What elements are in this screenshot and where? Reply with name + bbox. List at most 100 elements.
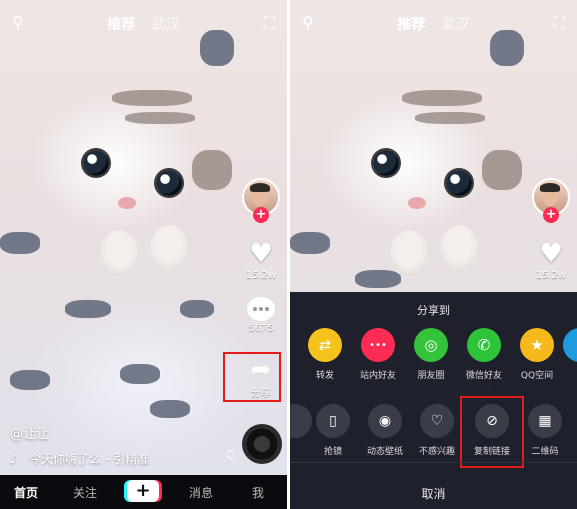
music-line[interactable]: ♪ 今天你嗨了么 - 引精准 — [10, 450, 149, 467]
share-target-friend[interactable]: ••• 站内好友 — [349, 328, 407, 381]
blanket-pattern — [150, 400, 190, 418]
cat-paw — [390, 230, 428, 276]
repost-icon[interactable]: ⇄ — [308, 328, 342, 362]
qzone-star-icon[interactable]: ★ — [520, 328, 554, 362]
avatar-hair — [250, 183, 270, 192]
scan-icon[interactable]: ⛶ — [554, 14, 565, 32]
comment-group[interactable]: 5675 — [241, 297, 281, 334]
video-screen-share-sheet: ⚲ 推荐 武汉 ⛶ + ♥ 15.2w 分享到 ⇄ 转发 ••• 站内好友 ◎ … — [290, 0, 577, 509]
blanket-pattern — [65, 300, 111, 318]
share-target-label: 转发 — [315, 371, 334, 381]
music-title: 今天你嗨了么 - 引精准 — [29, 452, 150, 466]
author-avatar-group[interactable]: + — [241, 178, 281, 223]
scan-icon[interactable]: ⛶ — [264, 14, 275, 32]
fur-stripe — [125, 112, 195, 124]
nav-follow[interactable]: 关注 — [73, 484, 97, 501]
action-label: 抢镜 — [323, 447, 342, 457]
video-screen-feed: ⚲ 推荐 武汉 ⛶ + ♥ 15.2w 5675 ➦ 分享 @让让 ♪ 今天你嗨… — [0, 0, 287, 509]
tab-recommend[interactable]: 推荐 — [397, 17, 425, 33]
create-plus-button[interactable]: + — [127, 480, 159, 502]
author-handle[interactable]: @让让 — [10, 423, 49, 442]
action-not-interested[interactable]: ♡ 不感兴趣 — [408, 404, 466, 457]
broken-heart-icon[interactable]: ♡ — [420, 404, 454, 438]
heart-icon[interactable]: ♥ — [241, 240, 281, 268]
like-count: 15.2w — [535, 270, 567, 281]
cat-eye — [83, 150, 109, 176]
top-bar: ⚲ 推荐 武汉 ⛶ — [290, 10, 577, 38]
nav-me[interactable]: 我 — [252, 484, 264, 501]
blanket-pattern — [355, 270, 401, 288]
blanket-pattern — [10, 370, 50, 390]
share-target-moments[interactable]: ◎ 朋友圈 — [402, 328, 460, 381]
action-live-wallpaper[interactable]: ◉ 动态壁纸 — [356, 404, 414, 457]
heart-icon[interactable]: ♥ — [531, 240, 571, 268]
avatar-hair — [540, 183, 560, 192]
comment-count: 5675 — [248, 323, 274, 334]
share-target-more[interactable] — [563, 328, 577, 362]
share-target-label: 微信好友 — [465, 371, 502, 381]
cat-nose — [118, 197, 136, 209]
top-tabs: 推荐 武汉 — [290, 14, 577, 34]
tab-city[interactable]: 武汉 — [442, 17, 470, 33]
blanket-pattern — [120, 364, 160, 384]
share-highlight-box — [223, 352, 281, 402]
follow-plus-icon[interactable]: + — [253, 207, 269, 223]
author-avatar-group[interactable]: + — [531, 178, 571, 223]
duet-icon[interactable]: ▯ — [316, 404, 350, 438]
music-note-icon: ♫ — [224, 447, 235, 461]
cat-nose — [408, 197, 426, 209]
top-tabs: 推荐 武汉 — [0, 14, 287, 34]
share-sheet: 分享到 ⇄ 转发 ••• 站内好友 ◎ 朋友圈 ✆ 微信好友 ★ QQ空间 ▯ — [290, 292, 577, 509]
share-target-label: 站内好友 — [359, 371, 396, 381]
fur-stripe — [192, 150, 232, 190]
comment-icon[interactable] — [247, 297, 275, 321]
fur-stripe — [112, 90, 192, 106]
tab-recommend[interactable]: 推荐 — [107, 17, 135, 33]
action-qr-code[interactable]: ▦ 二维码 — [516, 404, 574, 457]
cat-paw — [440, 225, 478, 271]
wechat-icon[interactable]: ✆ — [467, 328, 501, 362]
chat-bubble-icon[interactable]: ••• — [361, 328, 395, 362]
share-target-label: 朋友圈 — [417, 371, 445, 381]
avatar[interactable]: + — [242, 178, 280, 223]
moments-icon[interactable]: ◎ — [414, 328, 448, 362]
more-target-icon[interactable] — [563, 328, 577, 362]
like-group[interactable]: ♥ 15.2w — [241, 240, 281, 281]
cat-eye — [446, 170, 472, 196]
share-sheet-title: 分享到 — [417, 304, 450, 317]
bottom-nav: 首页 关注 + 消息 我 — [0, 475, 287, 509]
nav-home[interactable]: 首页 — [14, 484, 38, 501]
cat-eye — [156, 170, 182, 196]
fur-stripe — [415, 112, 485, 124]
sheet-divider — [290, 462, 577, 463]
cancel-button[interactable]: 取消 — [290, 485, 577, 502]
tiktok-note-icon: ♪ — [10, 452, 18, 466]
cat-paw — [150, 225, 188, 271]
cat-eye — [373, 150, 399, 176]
like-count: 15.2w — [245, 270, 277, 281]
like-group[interactable]: ♥ 15.2w — [531, 240, 571, 281]
qr-code-icon[interactable]: ▦ — [528, 404, 562, 438]
action-label: 动态壁纸 — [366, 447, 403, 457]
action-label: 二维码 — [531, 447, 559, 457]
action-label: 不感兴趣 — [418, 447, 455, 457]
top-bar: ⚲ 推荐 武汉 ⛶ — [0, 10, 287, 38]
share-target-repost[interactable]: ⇄ 转发 — [296, 328, 354, 381]
cat-paw — [100, 230, 138, 276]
share-target-wechat[interactable]: ✆ 微信好友 — [455, 328, 513, 381]
tab-city[interactable]: 武汉 — [152, 17, 180, 33]
share-target-qzone[interactable]: ★ QQ空间 — [508, 328, 566, 381]
avatar[interactable]: + — [532, 178, 570, 223]
blanket-pattern — [290, 232, 330, 254]
copy-link-highlight-box — [460, 396, 524, 468]
fur-stripe — [402, 90, 482, 106]
nav-messages[interactable]: 消息 — [189, 484, 213, 501]
live-wallpaper-icon[interactable]: ◉ — [368, 404, 402, 438]
fur-stripe — [482, 150, 522, 190]
blanket-pattern — [0, 232, 40, 254]
music-disc-icon[interactable] — [246, 428, 278, 460]
blanket-pattern — [180, 300, 214, 318]
share-target-label: QQ空间 — [520, 371, 554, 381]
follow-plus-icon[interactable]: + — [543, 207, 559, 223]
action-duet[interactable]: ▯ 抢镜 — [304, 404, 362, 457]
